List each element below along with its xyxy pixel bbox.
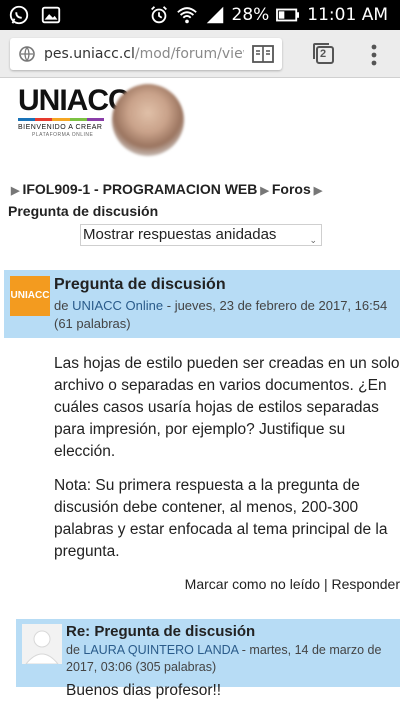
logo-color-bar (18, 118, 105, 121)
breadcrumb: ▶ IFOL909-1 - PROGRAMACION WEB ▶ Foros ▶ Pre… (8, 179, 392, 221)
tab-count: 2 (320, 48, 327, 60)
battery-icon (276, 8, 300, 22)
post-meta: de UNIACC Online - jueves, 23 de febrero… (54, 297, 398, 333)
reply-link[interactable]: Responder (332, 576, 400, 592)
alarm-icon (150, 6, 167, 24)
action-separator: | (323, 576, 328, 592)
url-host: pes.uniacc.cl (44, 46, 135, 62)
signal-icon (206, 6, 223, 24)
author-avatar[interactable]: UNIACC (10, 276, 50, 316)
breadcrumb-current: Pregunta de discusión (8, 203, 159, 219)
wifi-icon (176, 7, 197, 24)
address-bar[interactable]: pes.uniacc.cl/mod/forum/view (10, 38, 282, 70)
post-word-count: (61 palabras) (54, 316, 131, 331)
chevron-down-icon: ⌄ (309, 235, 317, 245)
gallery-icon (41, 6, 61, 24)
post-title: Pregunta de discusión (54, 276, 226, 293)
display-mode-value: Mostrar respuestas anidadas (83, 226, 277, 243)
reply-header: Re: Pregunta de discusión de LAURA QUINT… (16, 619, 400, 687)
page-content: UNIACC BIENVENIDO A CREAR PLATAFORMA ONL… (0, 78, 400, 711)
reply-title: Re: Pregunta de discusión (66, 623, 256, 640)
battery-percent: 28% (231, 5, 270, 25)
default-user-icon[interactable] (22, 624, 62, 664)
breadcrumb-arrow-icon: ▶ (11, 185, 20, 197)
reply-meta: de LAURA QUINTERO LANDA - martes, 14 de … (66, 642, 398, 676)
author-avatar-label: UNIACC (10, 290, 50, 301)
breadcrumb-arrow-icon: ▶ (260, 185, 269, 197)
overflow-menu-icon[interactable] (368, 42, 380, 68)
url-text[interactable]: pes.uniacc.cl/mod/forum/view (44, 46, 244, 62)
reply-author-link[interactable]: LAURA QUINTERO LANDA (83, 643, 238, 657)
display-mode-select[interactable]: Mostrar respuestas anidadas ⌄ (80, 224, 322, 246)
url-path: /mod/forum/view (134, 46, 244, 62)
status-bar: 28% 11:01 AM (0, 0, 400, 30)
post-body: Las hojas de estilo pueden ser creadas e… (54, 353, 400, 575)
whatsapp-icon (9, 5, 29, 25)
breadcrumb-course-link[interactable]: IFOL909-1 - PROGRAMACION WEB (22, 181, 257, 197)
post-paragraph: Las hojas de estilo pueden ser creadas e… (54, 355, 400, 460)
logo-tagline: BIENVENIDO A CREAR (18, 124, 103, 131)
post-paragraph: Nota: Su primera respuesta a la pregunta… (54, 477, 388, 560)
reply-by: de (66, 643, 80, 657)
user-avatar[interactable] (112, 84, 184, 156)
mark-unread-link[interactable]: Marcar como no leído (185, 576, 320, 592)
logo-subtagline: PLATAFORMA ONLINE (32, 132, 94, 138)
clock: 11:01 AM (307, 5, 388, 25)
post-date: - jueves, 23 de febrero de 2017, 16:54 (166, 298, 388, 313)
reader-mode-icon[interactable] (252, 44, 274, 64)
post-header: UNIACC Pregunta de discusión de UNIACC O… (4, 270, 400, 338)
breadcrumb-arrow-icon: ▶ (313, 185, 323, 197)
reply-word-count: (305 palabras) (135, 660, 217, 674)
post-actions: Marcar como no leído | Responder (185, 576, 400, 592)
breadcrumb-forums-link[interactable]: Foros (272, 181, 311, 197)
browser-toolbar: pes.uniacc.cl/mod/forum/view 2 (0, 30, 400, 78)
uniacc-logo[interactable]: UNIACC BIENVENIDO A CREAR PLATAFORMA ONL… (18, 84, 130, 138)
reply-body: Buenos dias profesor!! (66, 682, 222, 699)
post-author-link[interactable]: UNIACC Online (72, 298, 163, 313)
post-by: de (54, 298, 69, 313)
site-info-icon[interactable] (18, 45, 36, 63)
